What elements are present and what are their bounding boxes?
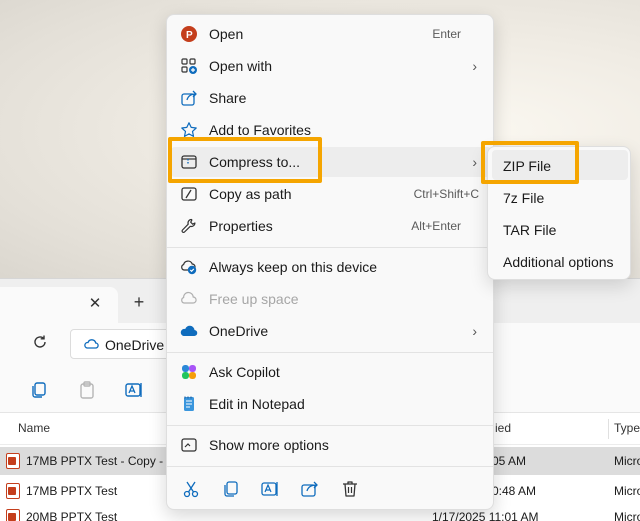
shortcut-hint: Enter	[432, 27, 461, 41]
menu-item-copy-as-path[interactable]: Copy as path Ctrl+Shift+C	[171, 179, 491, 209]
more-options-icon	[180, 436, 198, 454]
powerpoint-icon: P	[180, 25, 198, 43]
menu-separator	[167, 425, 493, 426]
menu-item-label: Open with	[209, 58, 273, 74]
menu-item-show-more-options[interactable]: Show more options	[171, 430, 491, 460]
copy-icon[interactable]	[29, 380, 49, 400]
submenu-item-label: Additional options	[503, 254, 614, 270]
menu-item-label: Add to Favorites	[209, 122, 311, 138]
new-tab-icon[interactable]: +	[130, 293, 148, 311]
cloud-icon	[83, 337, 99, 351]
copy-path-icon	[180, 185, 198, 203]
file-name: 17MB PPTX Test - Copy - C	[26, 454, 176, 468]
open-with-icon	[180, 57, 198, 75]
wrench-icon	[180, 217, 198, 235]
file-date: 0:48 AM	[492, 484, 537, 498]
cloud-sync-icon	[180, 258, 198, 276]
close-tab-icon[interactable]: ✕	[86, 295, 104, 313]
column-name[interactable]: Name	[18, 421, 50, 435]
chevron-right-icon: ›	[472, 154, 477, 170]
menu-separator	[167, 352, 493, 353]
onedrive-icon	[180, 322, 198, 340]
menu-item-label: Edit in Notepad	[209, 396, 305, 412]
menu-separator	[167, 247, 493, 248]
breadcrumb-onedrive: OneDrive	[105, 337, 165, 353]
chevron-right-icon: ›	[472, 323, 477, 339]
menu-item-open[interactable]: P Open Enter	[171, 19, 491, 49]
menu-item-onedrive[interactable]: OneDrive ›	[171, 316, 491, 346]
menu-item-label: Share	[209, 90, 247, 106]
shortcut-hint: Ctrl+Shift+C	[413, 187, 479, 201]
rename-icon[interactable]	[124, 380, 144, 400]
menu-item-label: Show more options	[209, 437, 329, 453]
menu-item-label: Free up space	[209, 291, 299, 307]
notepad-icon	[180, 395, 198, 413]
explorer-tab[interactable]: ✕	[0, 287, 118, 323]
cloud-outline-icon	[180, 290, 198, 308]
menu-separator	[167, 466, 493, 467]
highlight-box-compress	[168, 137, 322, 183]
cut-icon[interactable]	[181, 479, 201, 499]
menu-item-label: Ask Copilot	[209, 364, 280, 380]
column-type[interactable]: Type	[614, 421, 640, 435]
file-name: 20MB PPTX Test	[26, 510, 118, 521]
powerpoint-file-icon	[6, 483, 20, 499]
menu-item-properties[interactable]: Properties Alt+Enter	[171, 211, 491, 241]
submenu-item-additional-options[interactable]: Additional options	[492, 246, 628, 276]
submenu-item-tar[interactable]: TAR File	[492, 214, 628, 244]
context-menu: P Open Enter Open with › Share Add to Fa…	[166, 14, 494, 510]
copy-icon[interactable]	[221, 479, 241, 499]
menu-item-always-keep[interactable]: Always keep on this device	[171, 252, 491, 282]
refresh-icon[interactable]	[30, 333, 50, 353]
submenu-item-label: 7z File	[503, 190, 545, 206]
menu-item-label: Always keep on this device	[209, 259, 378, 275]
file-date: 05 AM	[492, 454, 527, 468]
menu-item-label: Copy as path	[209, 186, 292, 202]
submenu-item-label: TAR File	[503, 222, 557, 238]
paste-icon[interactable]	[77, 380, 97, 400]
rename-icon[interactable]	[260, 479, 280, 499]
file-type: Micro	[614, 484, 640, 498]
share-icon	[180, 89, 198, 107]
column-date-modified[interactable]: ied	[495, 421, 511, 435]
menu-item-open-with[interactable]: Open with ›	[171, 51, 491, 81]
submenu-item-7z[interactable]: 7z File	[492, 182, 628, 212]
delete-icon[interactable]	[340, 479, 360, 499]
menu-item-label: OneDrive	[209, 323, 269, 339]
file-date: 1/17/2025 11:01 AM	[432, 510, 539, 521]
menu-item-label: Open	[209, 26, 244, 42]
svg-text:P: P	[186, 30, 193, 41]
chevron-right-icon: ›	[472, 58, 477, 74]
file-name: 17MB PPTX Test	[26, 484, 118, 498]
powerpoint-file-icon	[6, 453, 20, 469]
menu-item-label: Properties	[209, 218, 273, 234]
menu-item-ask-copilot[interactable]: Ask Copilot	[171, 357, 491, 387]
highlight-box-zip	[481, 141, 579, 184]
menu-item-free-up-space: Free up space	[171, 284, 491, 314]
menu-item-share[interactable]: Share	[171, 83, 491, 113]
menu-item-edit-in-notepad[interactable]: Edit in Notepad	[171, 389, 491, 419]
copilot-icon	[180, 363, 198, 381]
file-type: Micro	[614, 454, 640, 468]
share-icon[interactable]	[300, 479, 320, 499]
powerpoint-file-icon	[6, 509, 20, 521]
column-divider[interactable]	[608, 419, 609, 439]
file-type: Micro	[614, 510, 640, 521]
shortcut-hint: Alt+Enter	[411, 219, 461, 233]
